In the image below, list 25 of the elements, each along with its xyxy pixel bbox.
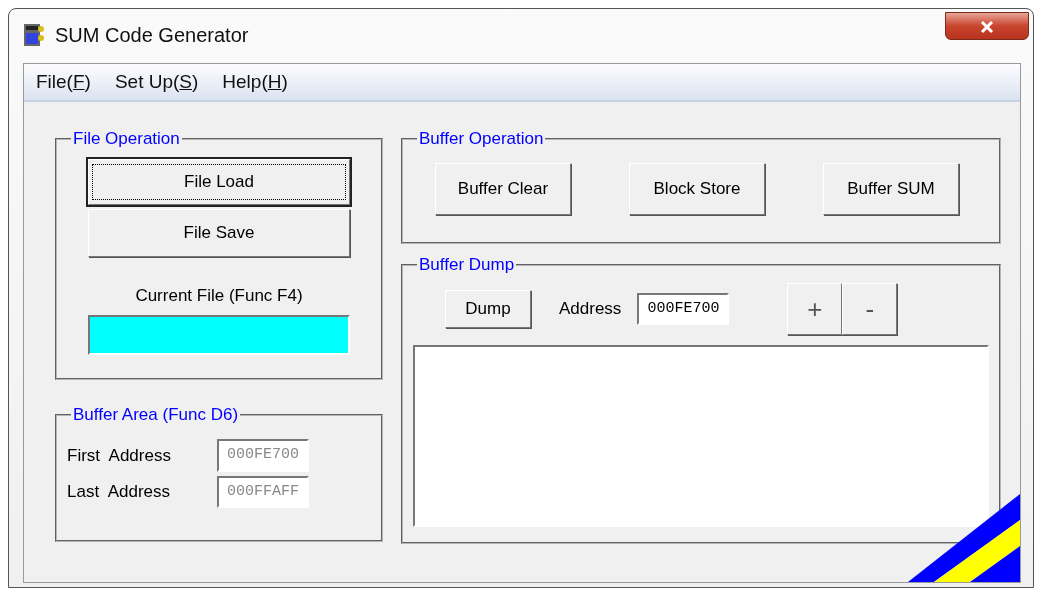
menu-item[interactable]: Set Up(S)	[114, 67, 199, 97]
buffer-button[interactable]: Buffer SUM	[823, 163, 959, 215]
dump-button[interactable]: Dump	[445, 290, 531, 328]
file-button[interactable]: File Load	[88, 159, 350, 205]
buffer-button[interactable]: Block Store	[629, 163, 765, 215]
close-icon	[980, 20, 994, 35]
file-button[interactable]: File Save	[88, 209, 350, 257]
group-title: Buffer Dump	[418, 256, 516, 273]
decrement-button[interactable]: -	[842, 283, 898, 335]
field-label: Last Address	[67, 481, 171, 503]
close-button[interactable]	[945, 12, 1029, 40]
menu-item[interactable]: File(F)	[36, 67, 91, 97]
calculator-icon	[23, 23, 45, 47]
group-title: Buffer Area (Func D6)	[72, 406, 240, 423]
field-label: First Address	[67, 444, 172, 467]
group-title: File Operation	[72, 130, 181, 147]
window-title: SUM Code Generator	[55, 23, 249, 48]
group-title: Buffer Operation	[418, 130, 545, 147]
buffer-button[interactable]: Buffer Clear	[435, 163, 571, 215]
current-file-field[interactable]	[88, 314, 350, 355]
address-field[interactable]: 000FE700	[637, 292, 730, 326]
menu-item[interactable]: Help(H)	[222, 67, 288, 97]
address-label: Address	[559, 298, 622, 321]
field-label: Current File (Func F4)	[135, 285, 303, 307]
increment-button[interactable]: +	[787, 283, 843, 335]
